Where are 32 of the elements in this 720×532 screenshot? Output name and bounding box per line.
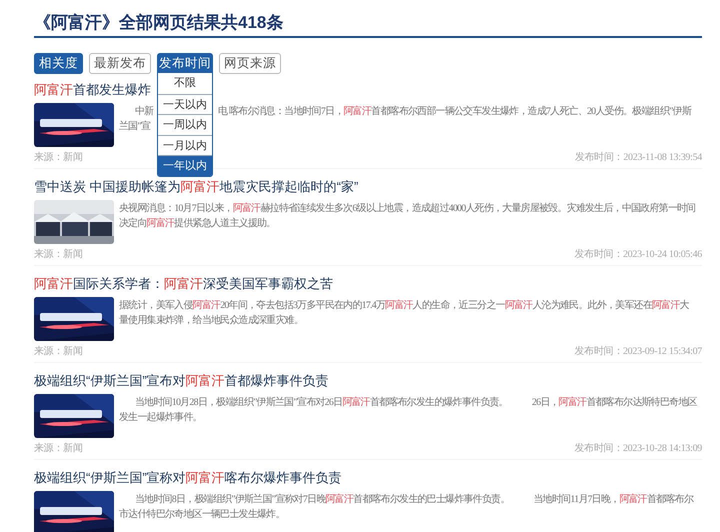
dropdown-option[interactable]: 一年以内 [158, 155, 212, 176]
publish-time: 发布时间：2023-09-12 15:34:07 [574, 345, 702, 359]
snippet-text: 量使用集束炸弹，给当地民众造成深重灾难。 [119, 314, 304, 328]
snippet-text: 央视网消息：10月7日以来，阿富汗赫拉特省连续发生多次6级以上地震，造成超过4000人死伤，大量房屋被毁。灾难发生后，中国政府第一时间 [119, 202, 696, 216]
sort-tab[interactable]: 网页来源 [219, 53, 281, 74]
source-label: 来源：新闻 [34, 151, 83, 165]
source-label: 来源：新闻 [34, 345, 83, 359]
publish-time: 发布时间：2023-11-08 13:39:54 [574, 151, 702, 165]
source-label: 来源：新闻 [34, 442, 83, 456]
snippet-text: 当地时间10月28日，极端组织”伊斯兰国”宣布对26日阿富汗首都喀布尔发生的爆炸事件负责。 [135, 396, 508, 410]
sort-tab[interactable]: 相关度 [34, 53, 83, 74]
snippet-text: 当地时间11月7日晚，阿富汗首都喀布尔 [534, 492, 693, 507]
result-title[interactable]: 极端组织“伊斯兰国”宣布对阿富汗首都爆炸事件负责 [34, 372, 329, 390]
result-title[interactable]: 雪中送炭 中国援助帐篷为阿富汗地震灾民撑起临时的“家” [34, 178, 358, 196]
sort-tab[interactable]: 发布时间 [157, 53, 213, 74]
snippet-text: 电 喀布尔消息：当地时间7日，阿富汗首都喀布尔西部一辆公交车发生爆炸，造成7人死亡、20人受伤。极端组织”伊斯 [218, 104, 691, 119]
publish-time: 发布时间：2023-10-24 10:05:46 [574, 248, 702, 262]
snippet-text: 市达什特巴尔奇地区一辆巴士发生爆炸。 [119, 508, 285, 522]
publish-time: 发布时间：2023-10-28 14:13:09 [574, 442, 702, 456]
result-title[interactable]: 阿富汗国际关系学者：阿富汗深受美国军事霸权之苦 [34, 275, 333, 293]
snippet-text: 中新 [135, 104, 154, 119]
result-title[interactable]: 极端组织“伊斯兰国”宣称对阿富汗喀布尔爆炸事件负责 [34, 469, 342, 487]
sort-tab[interactable]: 最新发布 [89, 53, 151, 74]
snippet-text: 据统计，美军入侵阿富汗20年间，夺去包括3万多平民在内的17.4万阿富汗人的生命，近三分之一阿富汗人沦为难民。此外，美军还在阿富汗大 [119, 298, 689, 313]
snippet-text: 26日，阿富汗首都喀布尔达斯特巴奇地区 [532, 396, 697, 410]
snippet-text: 兰国”宣 [119, 120, 150, 134]
snippet-text: 发生一起爆炸事件。 [119, 410, 202, 425]
page-heading: 《阿富汗》全部网页结果共418条 [34, 12, 284, 34]
snippet-text: 当地时间8日，极端组织”伊斯兰国”宣称对7日晚阿富汗首都喀布尔发生的巴士爆炸事件负责。 [135, 492, 510, 507]
snippet-text: 决定向阿富汗提供紧急人道主义援助。 [119, 216, 276, 231]
source-label: 来源：新闻 [34, 248, 83, 262]
result-title[interactable]: 阿富汗首都发生爆炸 [34, 81, 151, 99]
